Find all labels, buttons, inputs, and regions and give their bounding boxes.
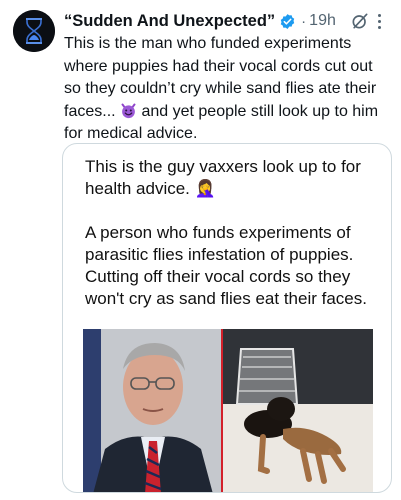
more-options-icon[interactable] xyxy=(371,12,387,30)
separator-dot: · xyxy=(301,12,307,30)
man-portrait-photo xyxy=(83,329,221,492)
timestamp[interactable]: 19h xyxy=(309,12,336,30)
card-text: This is the guy vaxxers look up to for h… xyxy=(85,156,385,310)
hourglass-icon xyxy=(13,10,55,52)
card-line-2: A person who funds experiments of parasi… xyxy=(85,223,367,308)
post-header: “Sudden And Unexpected” · 19h xyxy=(64,10,391,32)
post-text: This is the man who funded experiments w… xyxy=(64,33,392,146)
puppy-experiment-photo xyxy=(223,329,373,492)
quoted-image-card[interactable]: This is the guy vaxxers look up to for h… xyxy=(62,143,392,493)
card-line-1: This is the guy vaxxers look up to for h… xyxy=(85,157,361,198)
embedded-photo xyxy=(83,329,373,492)
smiling-devil-emoji-icon xyxy=(120,102,137,119)
author-name[interactable]: “Sudden And Unexpected” xyxy=(64,12,275,31)
verified-badge-icon[interactable] xyxy=(279,13,296,30)
grok-icon[interactable] xyxy=(350,11,370,31)
avatar[interactable] xyxy=(13,10,55,52)
